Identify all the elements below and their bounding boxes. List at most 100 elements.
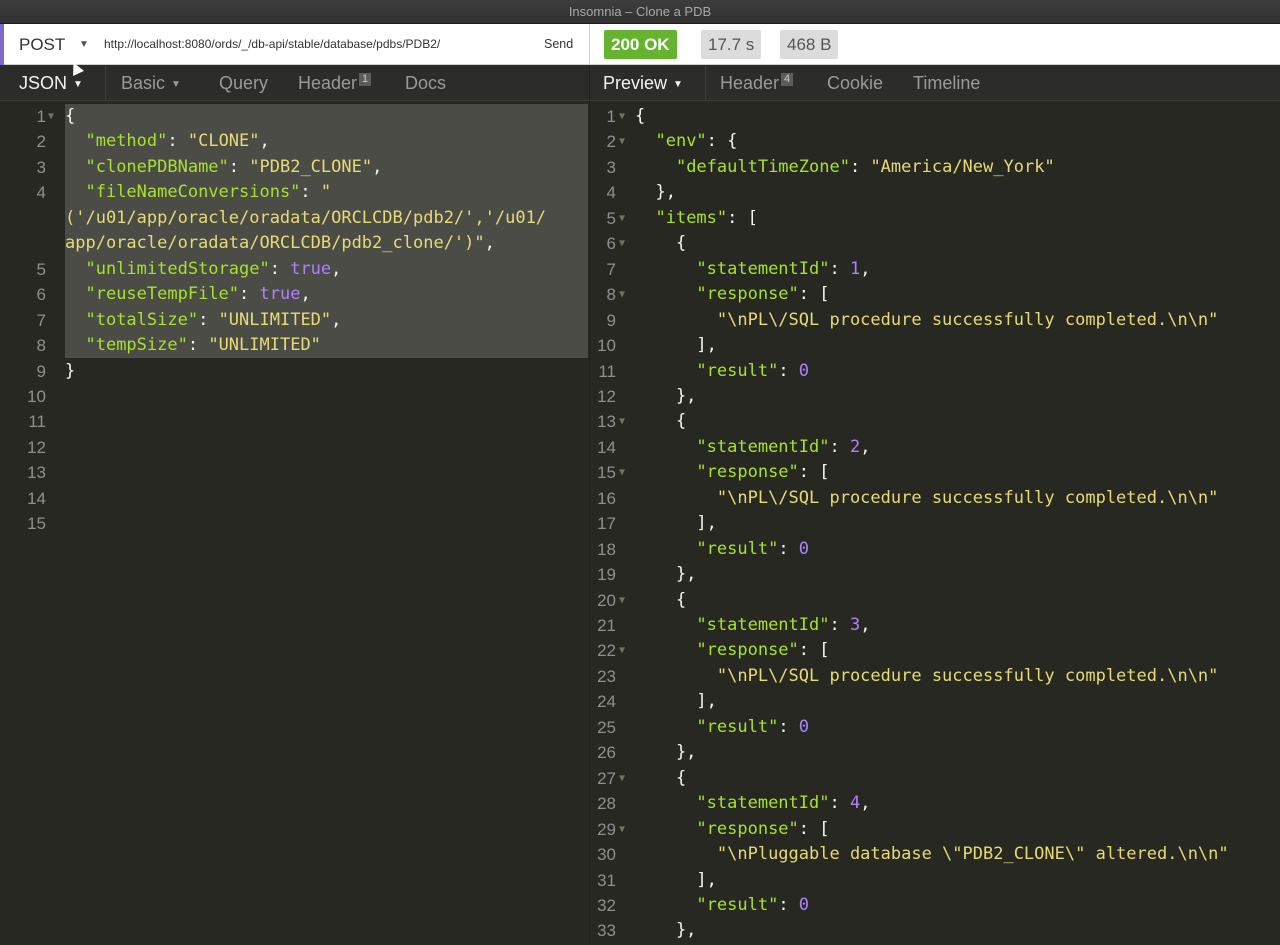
chevron-down-icon[interactable]: ▼: [673, 79, 683, 90]
code-token: "statementId": [696, 615, 830, 635]
code-token: : [: [798, 284, 830, 305]
code-line: 33 },: [590, 918, 1280, 943]
fold-arrow-icon[interactable]: ▼: [619, 460, 625, 485]
code-line: 14 "statementId": 2,: [590, 435, 1280, 460]
tab-basic[interactable]: Basic ▼: [121, 65, 181, 101]
line-number: 9: [606, 310, 616, 330]
code-text: "statementId": 2,: [635, 435, 870, 460]
code-token: true: [290, 258, 332, 279]
line-number: 8: [606, 285, 616, 305]
code-token: },: [635, 920, 697, 941]
code-text: "result": 0: [635, 715, 809, 740]
code-token: "clonePDBName": [85, 156, 229, 177]
line-number: 6: [36, 285, 46, 305]
code-token: "totalSize": [85, 309, 199, 330]
code-token: :: [187, 335, 209, 356]
code-token: :: [778, 716, 799, 737]
tab-header[interactable]: Header 4: [720, 65, 794, 101]
line-number: 7: [606, 259, 616, 279]
request-body-editor[interactable]: 1 ▼{2 "method": "CLONE", 3 "clonePDBName":…: [0, 101, 589, 945]
tab-docs[interactable]: Docs: [405, 65, 446, 101]
code-token: :: [228, 156, 250, 177]
tab-timeline[interactable]: Timeline: [913, 65, 980, 101]
fold-arrow-icon[interactable]: ▼: [48, 104, 54, 129]
chevron-down-icon[interactable]: ▼: [171, 79, 181, 90]
code-text: },: [635, 740, 696, 765]
code-token: "env": [655, 131, 707, 152]
code-line: 15 ▼ "response": [: [590, 460, 1280, 485]
fold-arrow-icon[interactable]: ▼: [619, 817, 625, 842]
fold-arrow-icon[interactable]: ▼: [619, 104, 625, 129]
tab-preview[interactable]: Preview ▼: [603, 65, 683, 101]
code-token: "items": [655, 207, 728, 228]
code-token: "response": [696, 640, 799, 661]
code-token: "unlimitedStorage": [85, 258, 270, 279]
code-token: :: [300, 182, 321, 203]
code-token: ],: [635, 513, 717, 534]
tab-cookie[interactable]: Cookie: [827, 65, 883, 101]
line-number: 3: [36, 157, 46, 177]
tab-header[interactable]: Header 1: [298, 65, 372, 101]
chevron-down-icon[interactable]: ▼: [79, 24, 89, 65]
line-number: 32: [597, 895, 616, 915]
fold-arrow-icon[interactable]: ▼: [619, 129, 625, 154]
request-tabs: JSON ▼ Basic ▼ Query Header 1 Docs: [0, 65, 589, 101]
code-token: "statementId": [696, 436, 830, 457]
code-token: 3: [849, 615, 861, 635]
code-line: 18 "result": 0: [590, 537, 1280, 562]
code-token: 0: [798, 716, 810, 737]
tab-divider: [105, 65, 106, 101]
code-line: 2 ▼ "env": {: [590, 129, 1280, 154]
method-dropdown[interactable]: POST: [19, 24, 65, 65]
code-token: "fileNameConversions": [85, 182, 301, 203]
code-token: },: [635, 564, 697, 585]
code-token: {: [635, 767, 687, 788]
code-line: 7 "totalSize": "UNLIMITED",: [0, 308, 589, 333]
code-line: 3 "defaultTimeZone": "America/New_York": [590, 155, 1280, 180]
code-token: :: [829, 258, 850, 279]
fold-arrow-icon[interactable]: ▼: [619, 766, 625, 791]
fold-arrow-icon[interactable]: ▼: [619, 206, 625, 231]
code-line: 6 ▼ {: [590, 231, 1280, 256]
chevron-down-icon[interactable]: ▼: [73, 79, 83, 90]
fold-arrow-icon[interactable]: ▼: [619, 282, 625, 307]
code-token: "\nPL\/SQL procedure successfully comple…: [716, 309, 1219, 330]
code-text: },: [635, 384, 696, 409]
code-token: ,: [860, 793, 871, 814]
line-number: 23: [597, 666, 616, 686]
line-number: 18: [597, 539, 616, 559]
line-number: 20: [597, 590, 616, 610]
code-text: "result": 0: [635, 893, 809, 918]
code-token: "result": [696, 894, 779, 915]
fold-arrow-icon[interactable]: ▼: [619, 638, 625, 663]
code-token: "response": [696, 462, 799, 483]
tab-query[interactable]: Query: [219, 65, 268, 101]
code-token: 1: [849, 258, 861, 279]
code-text: {: [635, 104, 645, 129]
code-line: 25 "result": 0: [590, 715, 1280, 740]
code-token: ,: [331, 309, 342, 330]
line-number: 4: [36, 183, 46, 203]
line-number: 9: [36, 361, 46, 381]
fold-arrow-icon[interactable]: ▼: [619, 231, 625, 256]
url-input[interactable]: http://localhost:8080/ords/_/db-api/stab…: [104, 24, 440, 65]
code-token: ,: [300, 284, 311, 305]
code-token: ,: [484, 233, 495, 254]
response-preview[interactable]: 1 ▼ {2 ▼ "env": {3 "defaultTimeZone": "Amer…: [590, 101, 1280, 945]
code-token: ,: [860, 615, 871, 635]
code-line: 11 "result": 0: [590, 359, 1280, 384]
line-number: 13: [597, 412, 616, 432]
code-text: ],: [635, 511, 717, 536]
line-number: 16: [597, 488, 616, 508]
fold-arrow-icon[interactable]: ▼: [619, 588, 625, 613]
code-token: : {: [706, 131, 738, 152]
send-button[interactable]: Send: [544, 24, 573, 65]
fold-arrow-icon[interactable]: ▼: [619, 409, 625, 434]
